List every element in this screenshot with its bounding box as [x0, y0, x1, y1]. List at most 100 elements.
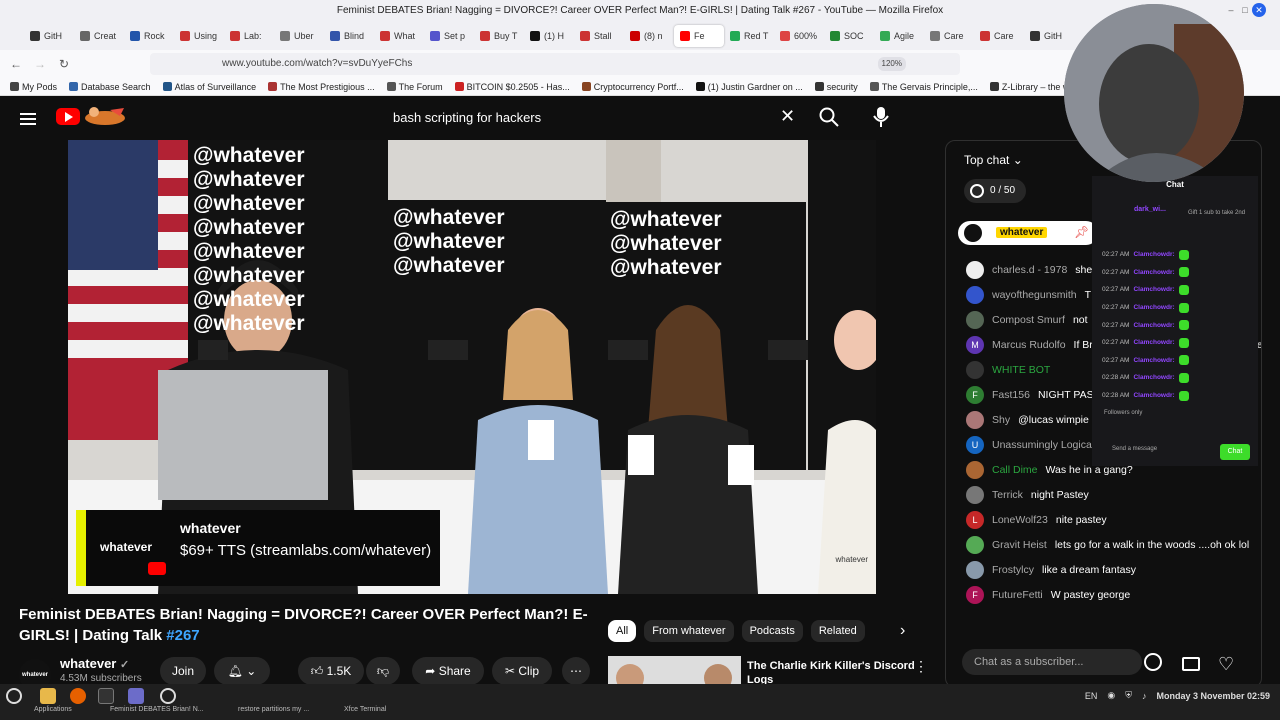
clear-search-icon[interactable]: ✕ — [780, 106, 795, 127]
maximize-icon[interactable]: □ — [1238, 3, 1252, 17]
applications-menu-icon[interactable] — [6, 688, 22, 704]
bookmark-item[interactable]: Atlas of Surveillance — [162, 82, 256, 92]
dislike-button[interactable]: 👎︎ — [366, 657, 400, 685]
bookmark-item[interactable]: Database Search — [69, 82, 151, 92]
twitch-user[interactable]: Clamchowdr: — [1133, 304, 1174, 311]
zoom-level[interactable]: 120% — [877, 57, 906, 71]
chat-author[interactable]: WHITE BOT — [992, 364, 1050, 376]
emoji-icon[interactable] — [1144, 653, 1162, 671]
chat-author[interactable]: charles.d - 1978 — [992, 264, 1067, 276]
filter-chip[interactable]: All — [608, 620, 637, 642]
reload-icon[interactable]: ↻ — [52, 57, 76, 71]
subscribe-bell-button[interactable]: 🔔︎ ⌄ — [214, 657, 270, 685]
minimize-icon[interactable]: – — [1224, 3, 1238, 17]
twitch-user[interactable]: Clamchowdr: — [1133, 286, 1174, 293]
share-button[interactable]: ➦ Share — [412, 657, 484, 685]
join-button[interactable]: Join — [160, 657, 206, 685]
chat-author[interactable]: wayofthegunsmith — [992, 289, 1077, 301]
chat-message[interactable]: Frostylcy like a dream fantasy — [946, 557, 1261, 582]
filter-chip[interactable]: Podcasts — [741, 620, 803, 642]
search-icon[interactable] — [818, 106, 840, 128]
twitch-user[interactable]: Clamchowdr: — [1133, 269, 1174, 276]
browser-tab[interactable]: Care — [924, 25, 974, 47]
bookmark-item[interactable]: security — [814, 82, 858, 92]
taskbar-item-terminal[interactable]: Xfce Terminal — [344, 706, 386, 713]
keyboard-layout[interactable]: EN — [1085, 691, 1098, 701]
browser-tab[interactable]: Blind — [324, 25, 374, 47]
browser-tab[interactable]: Care — [974, 25, 1024, 47]
terminal-icon[interactable] — [98, 688, 114, 704]
firefox-icon[interactable] — [70, 688, 86, 704]
super-chat-icon[interactable] — [1182, 657, 1200, 671]
chat-author[interactable]: Fast156 — [992, 389, 1030, 401]
browser-tab[interactable]: What — [374, 25, 424, 47]
clip-button[interactable]: ✂ Clip — [492, 657, 552, 685]
browser-tab[interactable]: GitH — [24, 25, 74, 47]
chat-message[interactable]: L LoneWolf23 nite pastey — [946, 507, 1261, 532]
browser-tab[interactable]: Using — [174, 25, 224, 47]
chat-author[interactable]: Call Dime — [992, 464, 1038, 476]
recommendation-thumbnail[interactable] — [608, 656, 741, 684]
browser-tab[interactable]: Fe — [674, 25, 724, 47]
twitch-user[interactable]: Clamchowdr: — [1133, 251, 1174, 258]
twitch-user[interactable]: Clamchowdr: — [1133, 322, 1174, 329]
chat-message[interactable]: Terrick night Pastey — [946, 482, 1261, 507]
browser-tab[interactable]: Rock — [124, 25, 174, 47]
chat-author[interactable]: Compost Smurf — [992, 314, 1065, 326]
taskbar-item-applications[interactable]: Applications — [34, 706, 72, 713]
clock[interactable]: Monday 3 November 02:59 — [1156, 691, 1270, 701]
goal-badge[interactable]: 0 / 50 — [964, 179, 1026, 203]
browser-tab[interactable]: SOC — [824, 25, 874, 47]
bookmark-item[interactable]: The Forum — [386, 82, 443, 92]
taskbar-item-document[interactable]: restore partitions my ... — [238, 706, 309, 713]
twitch-user[interactable]: Clamchowdr: — [1133, 392, 1174, 399]
browser-tab[interactable]: (1) H — [524, 25, 574, 47]
chat-author[interactable]: Unassumingly Logica — [992, 439, 1092, 451]
filter-chip[interactable]: Related — [810, 620, 865, 642]
microphone-icon[interactable] — [872, 106, 890, 128]
menu-icon[interactable] — [20, 110, 36, 128]
bookmark-item[interactable]: The Most Prestigious ... — [268, 82, 375, 92]
url-bar[interactable]: www.youtube.com/watch?v=svDuYyeFChs 120% — [150, 53, 960, 75]
browser-tab[interactable]: Stall — [574, 25, 624, 47]
like-button[interactable]: 👍︎ 1.5K — [298, 657, 364, 685]
folder-icon[interactable] — [40, 688, 56, 704]
twitch-chat-button[interactable]: Chat — [1220, 444, 1250, 460]
video-player[interactable]: @whatever @whatever @whatever @whatever … — [68, 140, 876, 594]
twitch-send-input[interactable]: Send a message — [1112, 446, 1157, 452]
close-icon[interactable]: ✕ — [1252, 3, 1266, 17]
more-actions-button[interactable]: ⋯ — [562, 657, 590, 685]
app-icon[interactable] — [128, 688, 144, 704]
twitch-user[interactable]: Clamchowdr: — [1133, 357, 1174, 364]
heart-icon[interactable]: ♡ — [1218, 654, 1234, 675]
browser-tab[interactable]: Red T — [724, 25, 774, 47]
chat-message[interactable]: F FutureFetti W pastey george — [946, 582, 1261, 607]
doodle-logo[interactable] — [80, 104, 130, 130]
chat-author[interactable]: Frostylcy — [992, 564, 1034, 576]
chat-author[interactable]: LoneWolf23 — [992, 514, 1048, 526]
chat-author[interactable]: Shy — [992, 414, 1010, 426]
chat-mode-dropdown[interactable]: Top chat ⌄ — [964, 153, 1023, 167]
shield-icon[interactable]: ⛨ — [1125, 690, 1132, 701]
forward-icon[interactable]: → — [28, 57, 52, 71]
filter-chip[interactable]: From whatever — [644, 620, 734, 642]
volume-icon[interactable]: ♪ — [1142, 691, 1147, 701]
bookmark-item[interactable]: (1) Justin Gardner on ... — [695, 82, 803, 92]
chevron-right-icon[interactable]: › — [900, 622, 905, 640]
browser-tab[interactable]: Lab: — [224, 25, 274, 47]
more-vert-icon[interactable]: ⋮ — [914, 658, 928, 675]
bookmark-item[interactable]: BITCOIN $0.2505 - Has... — [454, 82, 570, 92]
video-hashtag[interactable]: #267 — [166, 627, 199, 644]
browser-tab[interactable]: Agile — [874, 25, 924, 47]
pinned-message[interactable]: whatever 📌︎ — [958, 221, 1098, 245]
settings-icon[interactable] — [160, 688, 176, 704]
browser-tab[interactable]: Buy T — [474, 25, 524, 47]
bookmark-item[interactable]: My Pods — [10, 82, 57, 92]
browser-tab[interactable]: Uber — [274, 25, 324, 47]
youtube-logo[interactable] — [56, 108, 80, 125]
chat-author[interactable]: FutureFetti — [992, 589, 1043, 601]
browser-tab[interactable]: Creat — [74, 25, 124, 47]
browser-tab[interactable]: 600% — [774, 25, 824, 47]
chat-author[interactable]: Gravit Heist — [992, 539, 1047, 551]
recommendation-title[interactable]: The Charlie Kirk Killer's Discord — [747, 660, 917, 672]
